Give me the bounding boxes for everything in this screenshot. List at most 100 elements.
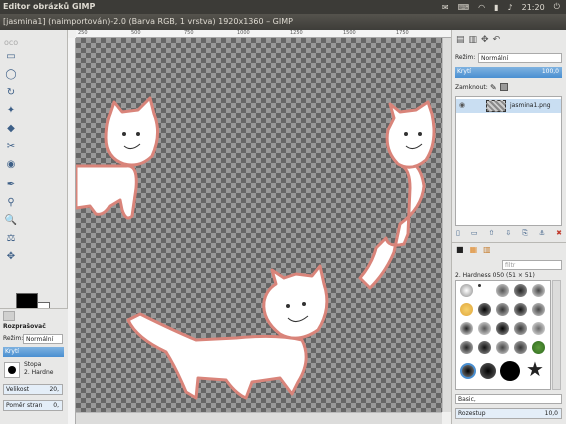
brush-filter-input[interactable]: filtr	[502, 260, 562, 270]
brush-item[interactable]	[532, 341, 545, 354]
battery-icon[interactable]: ▮	[494, 3, 498, 12]
dock-divider	[452, 242, 566, 243]
vertical-ruler[interactable]	[68, 38, 76, 424]
brush-item[interactable]	[532, 284, 545, 297]
keyboard-icon[interactable]: ⌨	[458, 3, 470, 12]
new-layer-icon[interactable]: ▯	[456, 229, 460, 239]
layers-tab-icon[interactable]: ▤	[456, 35, 465, 45]
color-select-icon[interactable]: ◆	[4, 122, 18, 136]
brush-preview[interactable]	[4, 362, 20, 378]
foreground-select-icon[interactable]: ◉	[4, 158, 18, 172]
lock-pixels-icon[interactable]: ✎	[490, 83, 497, 92]
image-canvas[interactable]	[76, 38, 442, 412]
brush-item[interactable]	[514, 341, 527, 354]
spacing-value: 10,0	[544, 410, 558, 417]
eye-icon[interactable]: ◉	[459, 101, 465, 109]
paths-tab-icon[interactable]: ✥	[481, 35, 489, 45]
spacing-slider[interactable]: Rozestup 10,0	[455, 408, 562, 419]
brush-item-selected[interactable]	[460, 363, 476, 379]
brush-preset-select[interactable]: Basic,	[455, 394, 562, 404]
cat-drawing-right	[358, 100, 436, 290]
layer-buttons: ▯ ▭ ⇧ ⇩ ⎘ ⚓ ✖	[456, 229, 562, 239]
brush-item[interactable]	[514, 303, 527, 316]
mail-icon[interactable]: ✉	[442, 3, 449, 12]
fuzzy-select-icon[interactable]: ✦	[4, 104, 18, 118]
move-icon[interactable]: ✥	[4, 250, 18, 264]
layer-row[interactable]: ◉ jasmina1.png	[456, 99, 561, 113]
brush-item[interactable]	[478, 284, 481, 287]
wifi-icon[interactable]: ◠	[478, 3, 485, 12]
brush-item[interactable]	[514, 322, 527, 335]
aspect-ratio-slider[interactable]: Poměr stran 0,	[3, 400, 63, 411]
layer-group-icon[interactable]: ▭	[471, 229, 478, 239]
star-brush-icon[interactable]: ★	[526, 359, 544, 379]
spacing-label: Rozestup	[458, 410, 486, 417]
duplicate-layer-icon[interactable]: ⎘	[522, 229, 528, 239]
aspect-ratio-value: 0,	[53, 402, 59, 409]
horizontal-scrollbar[interactable]	[76, 412, 442, 424]
lock-alpha-icon[interactable]	[500, 83, 508, 91]
brush-item[interactable]	[496, 341, 509, 354]
cat-drawing-left	[76, 96, 159, 220]
free-select-icon[interactable]: ↻	[4, 86, 18, 100]
tool-options-tab[interactable]	[3, 311, 15, 321]
ellipse-select-icon[interactable]: ◯	[4, 68, 18, 82]
gimp-logo-icon: oco	[4, 38, 19, 47]
brush-item[interactable]	[532, 303, 545, 316]
delete-layer-icon[interactable]: ✖	[556, 229, 562, 239]
rect-select-icon[interactable]: ▭	[4, 50, 18, 64]
brush-item[interactable]	[460, 284, 473, 297]
vertical-scrollbar[interactable]	[442, 38, 451, 412]
gradients-tab-icon[interactable]: ▥	[483, 245, 491, 255]
patterns-tab-icon[interactable]: ▦	[470, 245, 478, 255]
dock-tabs: ▤ ▥ ✥ ↶	[456, 32, 520, 48]
brush-grid[interactable]: ★	[455, 280, 551, 390]
window-title-bar: [jasmina1] (naimportován)-2.0 (Barva RGB…	[0, 14, 566, 30]
brushes-tab-icon[interactable]: ■	[456, 245, 464, 255]
layers-opacity-label: Krytí	[457, 68, 471, 75]
ruler-tick: 1750	[396, 30, 409, 36]
channels-tab-icon[interactable]: ▥	[469, 35, 478, 45]
size-slider[interactable]: Velikost 20,	[3, 384, 63, 395]
horizontal-ruler[interactable]: 250 500 750 1000 1250 1500 1750	[76, 30, 451, 38]
aspect-ratio-label: Poměr stran	[6, 402, 43, 409]
ruler-tick: 500	[131, 30, 141, 36]
lower-layer-icon[interactable]: ⇩	[505, 229, 511, 239]
brush-item[interactable]	[478, 341, 491, 354]
layers-mode-label: Režim:	[455, 54, 476, 61]
brush-item[interactable]	[496, 303, 509, 316]
layer-thumbnail	[486, 100, 506, 112]
volume-icon[interactable]: ♪	[508, 3, 513, 12]
brush-item[interactable]	[478, 303, 491, 316]
ruler-tick: 750	[184, 30, 194, 36]
cat-drawings	[76, 96, 436, 400]
measure-icon[interactable]: ⚖	[4, 232, 18, 246]
brush-item[interactable]	[514, 284, 527, 297]
clock[interactable]: 21:20	[522, 3, 545, 12]
brush-item[interactable]	[496, 284, 509, 297]
paths-icon[interactable]: ✒	[4, 178, 18, 192]
brush-item[interactable]	[480, 363, 496, 379]
color-picker-icon[interactable]: ⚲	[4, 196, 18, 210]
brush-item[interactable]	[478, 322, 491, 335]
system-tray: ✉ ⌨ ◠ ▮ ♪ 21:20 ⏻	[442, 0, 566, 14]
brush-item[interactable]	[496, 322, 509, 335]
raise-layer-icon[interactable]: ⇧	[488, 229, 494, 239]
undo-history-tab-icon[interactable]: ↶	[493, 35, 501, 45]
anchor-layer-icon[interactable]: ⚓	[539, 229, 545, 239]
brush-item[interactable]	[460, 303, 473, 316]
layers-opacity-slider[interactable]: Krytí 100,0	[455, 67, 562, 78]
power-icon[interactable]: ⏻	[554, 2, 560, 12]
layers-mode-select[interactable]: Normální	[478, 53, 562, 63]
brush-item[interactable]	[460, 322, 473, 335]
zoom-icon[interactable]: 🔍	[4, 214, 18, 228]
size-label: Velikost	[6, 386, 30, 393]
opacity-slider[interactable]: Krytí	[3, 347, 64, 357]
brush-scrollbar[interactable]	[552, 280, 561, 390]
brush-item[interactable]	[460, 341, 473, 354]
brush-item[interactable]	[500, 361, 520, 381]
mode-select[interactable]: Normální	[23, 334, 63, 344]
scissors-icon[interactable]: ✂	[4, 140, 18, 154]
layer-name[interactable]: jasmina1.png	[510, 102, 551, 109]
brush-item[interactable]	[532, 322, 545, 335]
